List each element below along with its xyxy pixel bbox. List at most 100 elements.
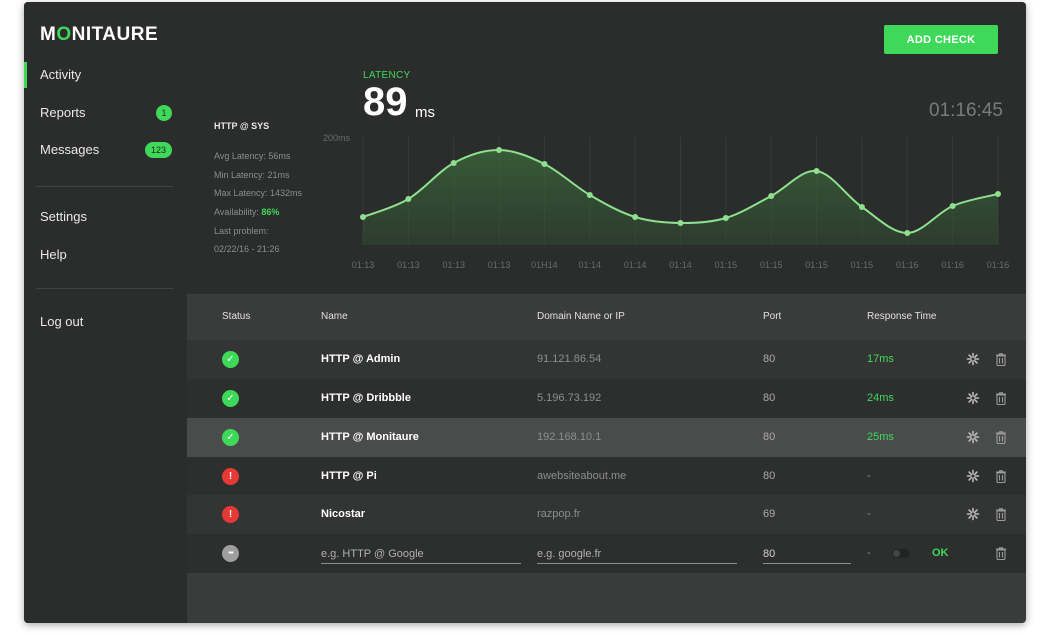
header-name: Name bbox=[321, 311, 348, 322]
x-tick-label: 01:15 bbox=[805, 260, 828, 270]
x-tick-label: 01:14 bbox=[624, 260, 647, 270]
new-check-toggle[interactable] bbox=[892, 549, 910, 558]
new-check-row: ••• - OK bbox=[187, 534, 1026, 573]
check-name: HTTP @ Dribbble bbox=[321, 392, 411, 404]
x-tick-label: 01:15 bbox=[715, 260, 738, 270]
check-domain: 91.121.86.54 bbox=[537, 353, 602, 365]
gear-icon[interactable] bbox=[966, 352, 980, 366]
x-tick-label: 01H14 bbox=[531, 260, 558, 270]
trash-icon[interactable] bbox=[994, 469, 1008, 484]
gear-icon[interactable] bbox=[966, 430, 980, 444]
new-check-response-dash: - bbox=[867, 547, 871, 559]
check-port: 80 bbox=[763, 392, 776, 404]
y-axis-max-label: 200ms bbox=[323, 133, 351, 143]
new-check-domain-input[interactable] bbox=[537, 545, 737, 564]
check-name: HTTP @ Monitaure bbox=[321, 431, 419, 443]
new-check-port-input[interactable] bbox=[763, 545, 851, 564]
check-domain: 192.168.10.1 bbox=[537, 431, 602, 443]
check-response-time: 24ms bbox=[867, 392, 894, 404]
check-name: HTTP @ Admin bbox=[321, 353, 401, 365]
chart-point bbox=[677, 220, 684, 226]
chart-point bbox=[995, 191, 1001, 197]
check-response-time: - bbox=[867, 508, 871, 520]
latency-chart: 01:13 01:13 01:13 01:13 01H14 01:14 01:14 01:14… bbox=[323, 133, 1010, 270]
logo-ring: O bbox=[56, 24, 72, 45]
check-response-time: 25ms bbox=[867, 431, 894, 443]
sidebar-item-label: Activity bbox=[40, 67, 82, 82]
chart-point bbox=[813, 168, 820, 174]
header-status: Status bbox=[222, 311, 251, 322]
sidebar-divider bbox=[36, 186, 173, 187]
chart-point bbox=[722, 215, 729, 221]
check-domain: awebsiteabout.me bbox=[537, 470, 627, 482]
ok-button[interactable]: OK bbox=[932, 534, 949, 573]
x-tick-label: 01:15 bbox=[851, 260, 874, 270]
sidebar-item-label: Log out bbox=[40, 314, 84, 329]
chart-point bbox=[541, 161, 548, 167]
reports-count-badge: 1 bbox=[156, 105, 172, 121]
x-tick-label: 01:13 bbox=[488, 260, 511, 270]
table-row[interactable]: ! Nicostar razpop.fr 69 - bbox=[187, 495, 1026, 534]
sidebar-item-label: Help bbox=[40, 247, 67, 262]
check-circle-icon: ✓ bbox=[222, 351, 239, 368]
sidebar-item-label: Reports bbox=[40, 105, 86, 120]
checks-table-header: Status Name Domain Name or IP Port Respo… bbox=[187, 294, 1026, 340]
gear-icon[interactable] bbox=[966, 507, 980, 521]
table-row[interactable]: ✓ HTTP @ Dribbble 5.196.73.192 80 24ms bbox=[187, 379, 1026, 418]
header-port: Port bbox=[763, 311, 782, 322]
gear-icon[interactable] bbox=[966, 469, 980, 483]
sidebar-item-label: Settings bbox=[40, 209, 87, 224]
chart-point bbox=[405, 196, 412, 202]
x-tick-label: 01:13 bbox=[442, 260, 465, 270]
trash-icon[interactable] bbox=[994, 430, 1008, 445]
pending-status-icon: ••• bbox=[222, 545, 239, 562]
sidebar-item-help[interactable]: Help bbox=[24, 242, 187, 268]
x-tick-label: 01:13 bbox=[352, 260, 375, 270]
check-port: 69 bbox=[763, 508, 776, 520]
sidebar-item-activity[interactable]: Activity bbox=[24, 62, 187, 88]
chart-point bbox=[632, 214, 639, 220]
check-name: Nicostar bbox=[321, 508, 366, 520]
chart-point bbox=[768, 193, 775, 199]
app-window: MONITAURE Activity Reports 1 Messages 12… bbox=[24, 2, 1026, 623]
check-port: 80 bbox=[763, 353, 776, 365]
sidebar: MONITAURE Activity Reports 1 Messages 12… bbox=[24, 2, 187, 623]
trash-icon[interactable] bbox=[994, 546, 1008, 561]
check-circle-icon: ✓ bbox=[222, 390, 239, 407]
sidebar-item-reports[interactable]: Reports 1 bbox=[24, 100, 187, 126]
chart-point bbox=[858, 204, 865, 210]
chart-point bbox=[450, 160, 457, 166]
x-tick-label: 01:16 bbox=[896, 260, 919, 270]
x-tick-label: 01:14 bbox=[579, 260, 602, 270]
trash-icon[interactable] bbox=[994, 352, 1008, 367]
check-response-time: - bbox=[867, 470, 871, 482]
sidebar-item-logout[interactable]: Log out bbox=[24, 309, 187, 335]
x-tick-label: 01:15 bbox=[760, 260, 783, 270]
logo: MONITAURE bbox=[40, 24, 159, 45]
new-check-name-input[interactable] bbox=[321, 545, 521, 564]
trash-icon[interactable] bbox=[994, 507, 1008, 522]
trash-icon[interactable] bbox=[994, 391, 1008, 406]
chart-point bbox=[949, 203, 956, 209]
sidebar-item-messages[interactable]: Messages 123 bbox=[24, 137, 187, 163]
table-row[interactable]: ! HTTP @ Pi awebsiteabout.me 80 - bbox=[187, 457, 1026, 496]
sidebar-item-settings[interactable]: Settings bbox=[24, 204, 187, 230]
chart-point bbox=[360, 214, 366, 220]
chart-point bbox=[904, 230, 911, 236]
alert-circle-icon: ! bbox=[222, 468, 239, 485]
messages-count-badge: 123 bbox=[145, 142, 172, 158]
x-tick-label: 01:16 bbox=[941, 260, 964, 270]
x-tick-label: 01:16 bbox=[987, 260, 1010, 270]
check-port: 80 bbox=[763, 470, 776, 482]
check-circle-icon: ✓ bbox=[222, 429, 239, 446]
check-port: 80 bbox=[763, 431, 776, 443]
gear-icon[interactable] bbox=[966, 391, 980, 405]
table-row[interactable]: ✓ HTTP @ Admin 91.121.86.54 80 17ms bbox=[187, 340, 1026, 379]
check-domain: 5.196.73.192 bbox=[537, 392, 602, 404]
x-tick-label: 01:14 bbox=[669, 260, 692, 270]
alert-circle-icon: ! bbox=[222, 506, 239, 523]
check-response-time: 17ms bbox=[867, 353, 894, 365]
check-name: HTTP @ Pi bbox=[321, 470, 377, 482]
table-row[interactable]: ✓ HTTP @ Monitaure 192.168.10.1 80 25ms bbox=[187, 418, 1026, 457]
header-domain: Domain Name or IP bbox=[537, 311, 625, 322]
